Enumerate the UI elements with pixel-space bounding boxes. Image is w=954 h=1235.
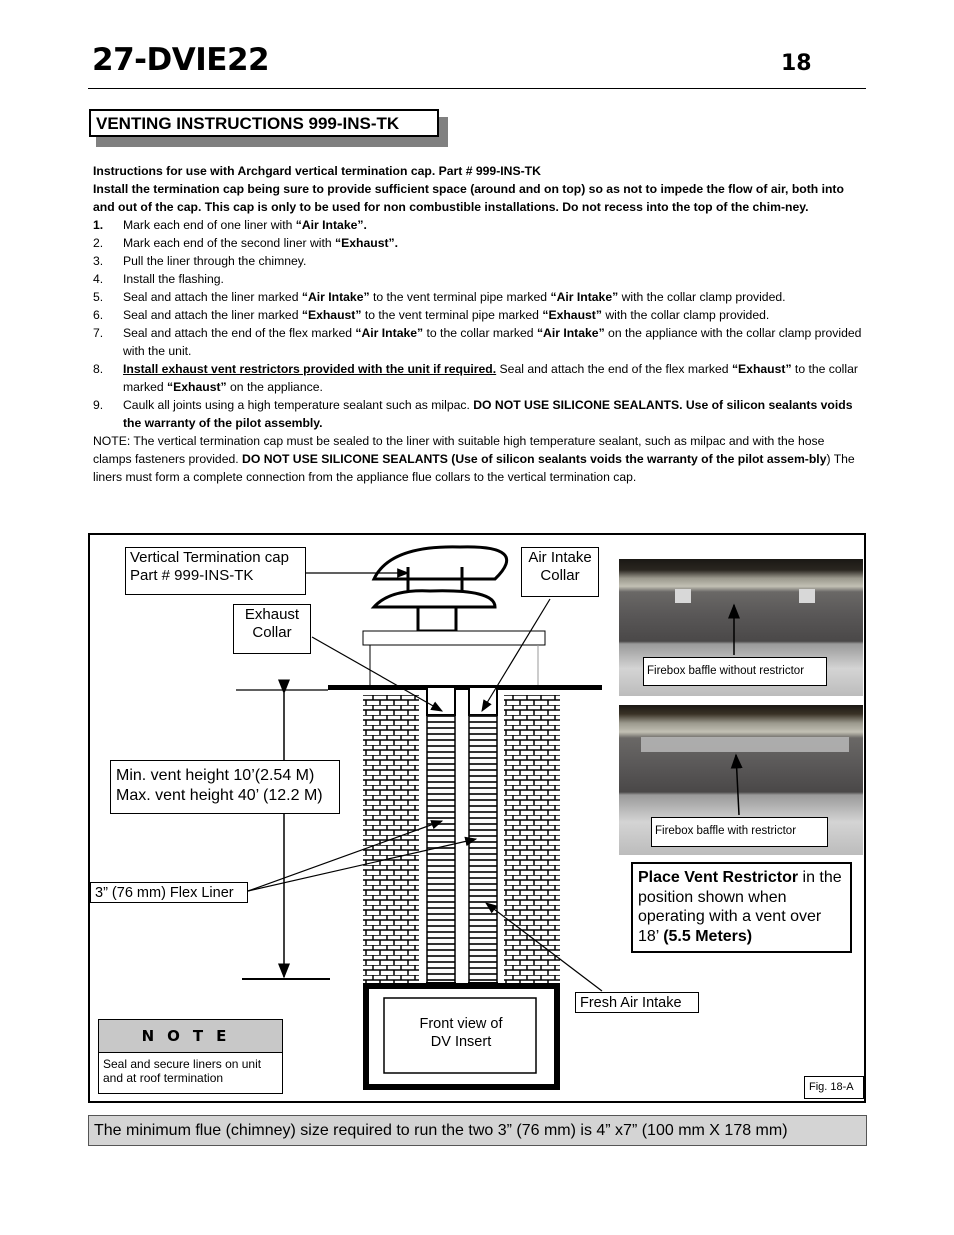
step-text: Seal and attach the liner marked “Air In… xyxy=(123,290,786,304)
photo-without-restrictor: Firebox baffle without restrictor xyxy=(619,559,863,696)
step-item: 4. Install the flashing. xyxy=(93,270,865,288)
termination-cap xyxy=(362,545,546,685)
vent-restrictor-callout: Place Vent Restrictor in the position sh… xyxy=(631,862,852,953)
header-divider xyxy=(88,88,866,89)
chimney-wall-right xyxy=(504,695,560,983)
step-item: 8. Install exhaust vent restrictors provi… xyxy=(93,360,865,396)
step-item: 5. Seal and attach the liner marked “Air … xyxy=(93,288,865,306)
step-text: Mark each end of the second liner with “… xyxy=(123,236,399,250)
step-item: 3. Pull the liner through the chimney. xyxy=(93,252,865,270)
step-number: 1. xyxy=(93,218,104,232)
step-number: 8. xyxy=(93,362,104,376)
fresh-air-intake-callout: Fresh Air Intake xyxy=(575,992,699,1013)
step-text: Install exhaust vent restrictors provide… xyxy=(123,362,858,394)
note-heading: NOTE xyxy=(99,1020,282,1053)
note-paragraph: NOTE: The vertical termination cap must … xyxy=(93,434,855,484)
instructions-block: Instructions for use with Archgard verti… xyxy=(93,162,865,486)
step-item: 9. Caulk all joints using a high temperat… xyxy=(93,396,865,432)
page-number: 18 xyxy=(781,51,812,76)
step-text: Seal and attach the liner marked “Exhaus… xyxy=(123,308,770,322)
flue-size-banner: The minimum flue (chimney) size required… xyxy=(88,1115,867,1146)
intro-paragraph: Install the termination cap being sure t… xyxy=(93,182,844,214)
step-number: 5. xyxy=(93,290,104,304)
step-number: 2. xyxy=(93,236,104,250)
figure-label: Fig. 18-A xyxy=(804,1076,864,1099)
step-item: 7. Seal and attach the end of the flex ma… xyxy=(93,324,865,360)
air-intake-collar xyxy=(468,686,498,716)
flex-liner-intake xyxy=(468,714,498,984)
termination-cap-callout: Vertical Termination cap Part # 999-INS-… xyxy=(125,547,306,595)
step-text: Seal and attach the end of the flex mark… xyxy=(123,326,862,358)
step-item: 2. Mark each end of the second liner with… xyxy=(93,234,865,252)
vent-height-callout: Min. vent height 10’(2.54 M) Max. vent h… xyxy=(110,760,340,814)
step-number: 3. xyxy=(93,254,104,268)
exhaust-collar-callout: Exhaust Collar xyxy=(233,604,311,654)
photo-with-restrictor: Firebox baffle with restrictor xyxy=(619,705,863,855)
step-text: Install the flashing. xyxy=(123,272,224,286)
step-item: 6. Seal and attach the liner marked “Exha… xyxy=(93,306,865,324)
step-number: 4. xyxy=(93,272,104,286)
air-intake-collar-callout: Air Intake Collar xyxy=(521,547,599,597)
step-item: 1. Mark each end of one liner with “Air I… xyxy=(93,216,865,234)
note-body: Seal and secure liners on unit and at ro… xyxy=(103,1057,262,1085)
photo1-caption: Firebox baffle without restrictor xyxy=(643,657,827,686)
steps-list: 1. Mark each end of one liner with “Air I… xyxy=(93,216,865,432)
step-number: 7. xyxy=(93,326,104,340)
flex-liner-callout: 3” (76 mm) Flex Liner xyxy=(90,882,248,903)
dv-insert-label: Front view of DV Insert xyxy=(419,1016,503,1050)
photo2-caption: Firebox baffle with restrictor xyxy=(651,817,828,847)
step-number: 6. xyxy=(93,308,104,322)
figure-18a: Vertical Termination cap Part # 999-INS-… xyxy=(88,533,866,1103)
section-title: VENTING INSTRUCTIONS 999-INS-TK xyxy=(89,109,439,137)
intro-line: Instructions for use with Archgard verti… xyxy=(93,164,541,178)
cap-lower-dome xyxy=(370,589,497,609)
step-number: 9. xyxy=(93,398,104,412)
cap-top-dome xyxy=(371,545,509,581)
note-box: NOTE Seal and secure liners on unit and … xyxy=(98,1019,283,1094)
step-text: Mark each end of one liner with “Air Int… xyxy=(123,218,367,232)
step-text: Pull the liner through the chimney. xyxy=(123,254,307,268)
roof-flashing xyxy=(328,685,602,690)
step-text: Caulk all joints using a high temperatur… xyxy=(123,398,853,430)
document-title: 27-DVIE22 xyxy=(92,42,270,78)
